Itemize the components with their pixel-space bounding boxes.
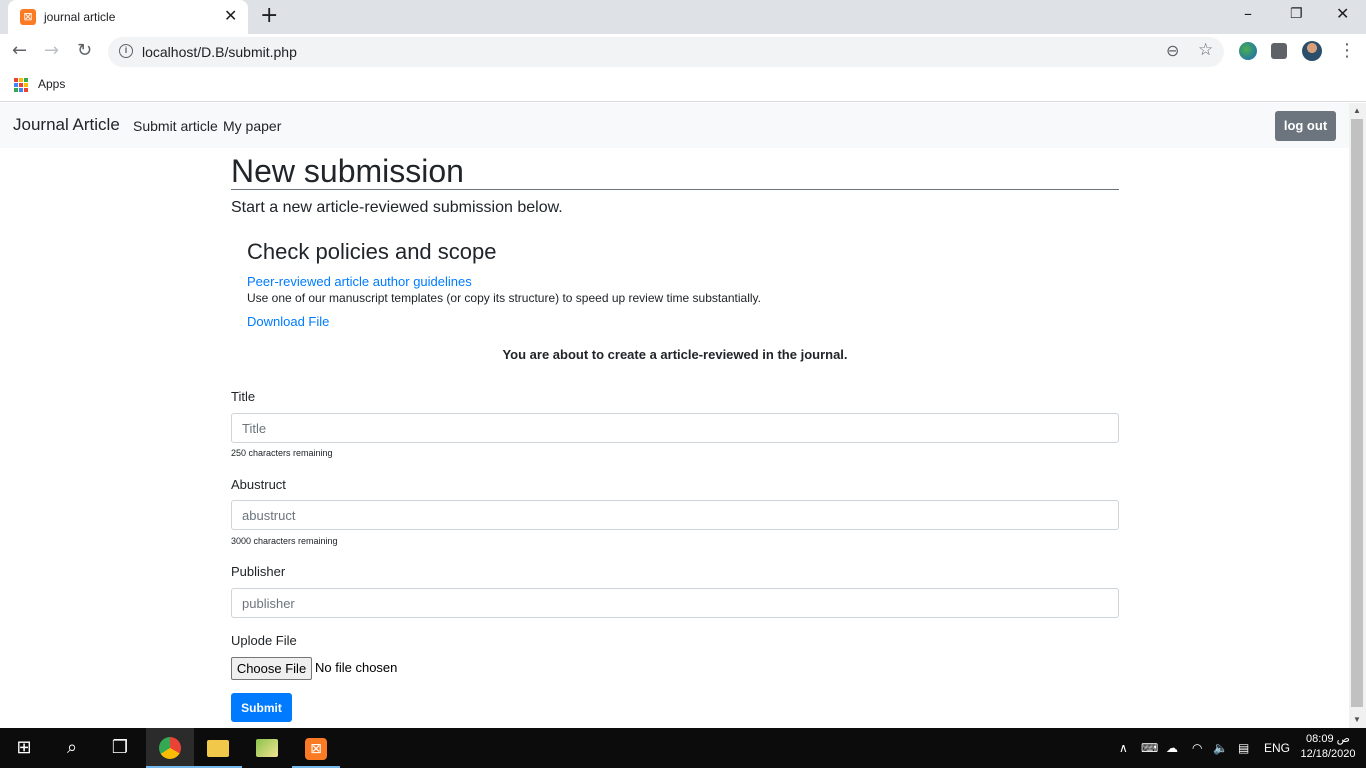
nav-my-paper[interactable]: My paper [223, 118, 281, 134]
choose-file-button[interactable]: Choose File [231, 657, 312, 680]
scroll-down-icon[interactable]: ▼ [1353, 715, 1361, 724]
maps-app-icon[interactable] [243, 728, 291, 768]
xampp-taskbar-icon[interactable]: ⊠ [292, 728, 340, 768]
abstract-input[interactable] [231, 500, 1119, 530]
task-view-icon[interactable]: ❐ [96, 728, 144, 768]
address-bar[interactable]: i localhost/D.B/submit.php ⊖ ☆ [108, 37, 1224, 67]
url-text[interactable]: localhost/D.B/submit.php [142, 44, 297, 60]
site-navbar: Journal Article Submit article My paper … [0, 103, 1349, 148]
no-file-text: No file chosen [315, 660, 398, 675]
lead-text: Start a new article-reviewed submission … [231, 199, 563, 216]
abstract-counter: 3000 characters remaining [231, 536, 338, 546]
language-indicator[interactable]: ENG [1264, 741, 1290, 755]
title-input[interactable] [231, 413, 1119, 443]
download-file-link[interactable]: Download File [247, 314, 329, 329]
tray-chevron-icon[interactable]: ∧ [1119, 741, 1128, 755]
logout-button[interactable]: log out [1275, 111, 1336, 141]
file-explorer-icon[interactable] [194, 728, 242, 768]
clock-time: 08:09 ص [1306, 733, 1350, 745]
apps-bookmark[interactable]: Apps [38, 77, 65, 91]
apps-icon[interactable] [14, 78, 28, 92]
publisher-input[interactable] [231, 588, 1119, 618]
back-icon[interactable]: ← [12, 41, 27, 61]
extension-globe-icon[interactable] [1239, 42, 1257, 60]
submit-button[interactable]: Submit [231, 693, 292, 722]
clock[interactable]: 08:09 ص 12/18/2020 [1296, 732, 1360, 762]
scroll-thumb[interactable] [1351, 119, 1363, 707]
policies-heading: Check policies and scope [247, 239, 497, 264]
page-title: New submission [231, 153, 464, 189]
volume-icon[interactable]: 🔈 [1213, 741, 1228, 755]
page-content: Journal Article Submit article My paper … [0, 103, 1349, 728]
wifi-icon[interactable]: ◠ [1192, 741, 1202, 755]
title-counter: 250 characters remaining [231, 448, 333, 458]
nav-submit-article[interactable]: Submit article [133, 118, 218, 134]
bookmarks-bar: Apps [0, 70, 1366, 102]
publisher-label: Publisher [231, 564, 286, 579]
browser-tab[interactable]: ⊠ journal article ✕ [8, 0, 248, 34]
clock-date: 12/18/2020 [1300, 748, 1356, 760]
restore-icon[interactable]: ❐ [1290, 6, 1303, 22]
profile-avatar[interactable] [1302, 41, 1322, 61]
reload-icon[interactable]: ↻ [77, 41, 92, 61]
xampp-favicon-icon: ⊠ [20, 9, 36, 25]
navbar-brand[interactable]: Journal Article [13, 115, 120, 135]
forward-icon[interactable]: → [44, 41, 59, 61]
onedrive-icon[interactable]: ☁ [1166, 741, 1178, 755]
chrome-taskbar-icon[interactable] [146, 728, 194, 768]
info-icon[interactable]: i [119, 44, 133, 58]
bookmark-star-icon[interactable]: ☆ [1198, 40, 1213, 60]
submission-notice: You are about to create a article-review… [502, 347, 848, 362]
upload-label: Uplode File [231, 633, 297, 648]
new-tab-icon[interactable]: + [260, 5, 278, 27]
tab-title: journal article [44, 10, 116, 24]
guidelines-link[interactable]: Peer-reviewed article author guidelines [247, 274, 472, 289]
browser-tab-strip: ⊠ journal article ✕ + – ❐ ✕ [0, 0, 1366, 34]
keyboard-icon[interactable]: ⌨ [1141, 741, 1158, 755]
templates-text: Use one of our manuscript templates (or … [247, 291, 762, 305]
window-close-icon[interactable]: ✕ [1336, 4, 1349, 23]
extensions-puzzle-icon[interactable] [1271, 43, 1287, 59]
search-icon[interactable]: ⌕ [48, 728, 96, 768]
zoom-icon[interactable]: ⊖ [1166, 41, 1179, 60]
browser-toolbar: ← → ↻ i localhost/D.B/submit.php ⊖ ☆ ⋮ [0, 34, 1366, 70]
title-divider [231, 189, 1119, 190]
scroll-up-icon[interactable]: ▲ [1353, 106, 1361, 115]
title-label: Title [231, 389, 256, 404]
menu-icon[interactable]: ⋮ [1338, 41, 1356, 61]
windows-taskbar: ⊞ ⌕ ❐ ⊠ ∧ ⌨ ☁ ◠ 🔈 ▤ ENG 08:09 ص 12/18/20… [0, 728, 1366, 768]
start-windows-icon[interactable]: ⊞ [0, 728, 48, 768]
tab-close-icon[interactable]: ✕ [224, 8, 237, 24]
minimize-icon[interactable]: – [1244, 4, 1252, 23]
notifications-icon[interactable]: ▤ [1238, 741, 1249, 755]
page-scrollbar[interactable]: ▲ ▼ [1349, 103, 1366, 728]
abstract-label: Abustruct [231, 477, 286, 492]
